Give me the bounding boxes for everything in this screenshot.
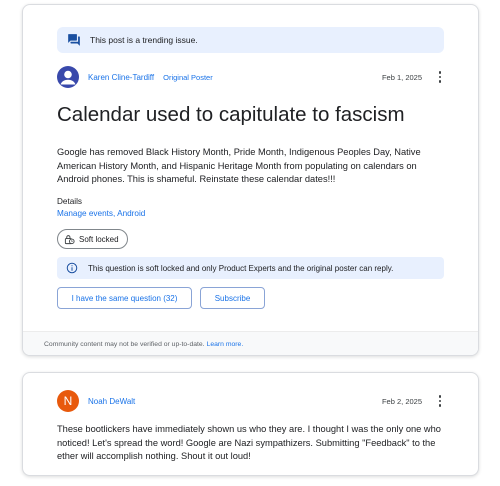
soft-locked-notice: This question is soft locked and only Pr… bbox=[57, 257, 444, 279]
post-author-name[interactable]: Karen Cline-Tardiff bbox=[88, 73, 154, 82]
reply-body: These bootlickers have immediately shown… bbox=[57, 424, 441, 461]
more-vert-icon[interactable] bbox=[436, 394, 444, 408]
tag-android[interactable]: Android bbox=[117, 209, 145, 218]
post-author-row: Karen Cline-Tardiff Original Poster Feb … bbox=[57, 65, 444, 89]
reply-card: N Noah DeWalt Feb 2, 2025 These bootlick… bbox=[22, 372, 479, 476]
subscribe-button[interactable]: Subscribe bbox=[200, 287, 265, 309]
soft-locked-label: Soft locked bbox=[79, 234, 119, 244]
reply-avatar[interactable]: N bbox=[57, 390, 79, 412]
reply-author-row: N Noah DeWalt Feb 2, 2025 bbox=[57, 389, 444, 413]
post-body: Google has removed Black History Month, … bbox=[57, 147, 421, 184]
post-card: This post is a trending issue. Karen Cli… bbox=[22, 4, 479, 356]
soft-locked-notice-text: This question is soft locked and only Pr… bbox=[88, 263, 394, 273]
trending-banner: This post is a trending issue. bbox=[57, 27, 444, 53]
more-vert-icon[interactable] bbox=[436, 70, 444, 84]
soft-locked-chip: Soft locked bbox=[57, 229, 128, 249]
lock-clock-icon bbox=[64, 234, 75, 245]
community-disclaimer: Community content may not be verified or… bbox=[23, 331, 478, 355]
reply-date: Feb 2, 2025 bbox=[381, 396, 422, 406]
post-title: Calendar used to capitulate to fascism bbox=[57, 103, 405, 126]
post-date: Feb 1, 2025 bbox=[381, 72, 422, 82]
info-icon bbox=[66, 262, 78, 274]
original-poster-tag: Original Poster bbox=[163, 72, 213, 82]
same-question-button[interactable]: I have the same question (32) bbox=[57, 287, 192, 309]
trending-banner-text: This post is a trending issue. bbox=[90, 35, 198, 45]
person-avatar-icon[interactable] bbox=[57, 66, 79, 88]
reply-author-name[interactable]: Noah DeWalt bbox=[88, 397, 135, 406]
learn-more-link[interactable]: Learn more. bbox=[207, 341, 244, 348]
tag-manage-events[interactable]: Manage events bbox=[57, 209, 113, 218]
forum-icon bbox=[67, 33, 81, 47]
details-label: Details bbox=[57, 197, 83, 206]
disclaimer-text: Community content may not be verified or… bbox=[44, 341, 205, 348]
details-tags: Manage events, Android bbox=[57, 209, 145, 218]
